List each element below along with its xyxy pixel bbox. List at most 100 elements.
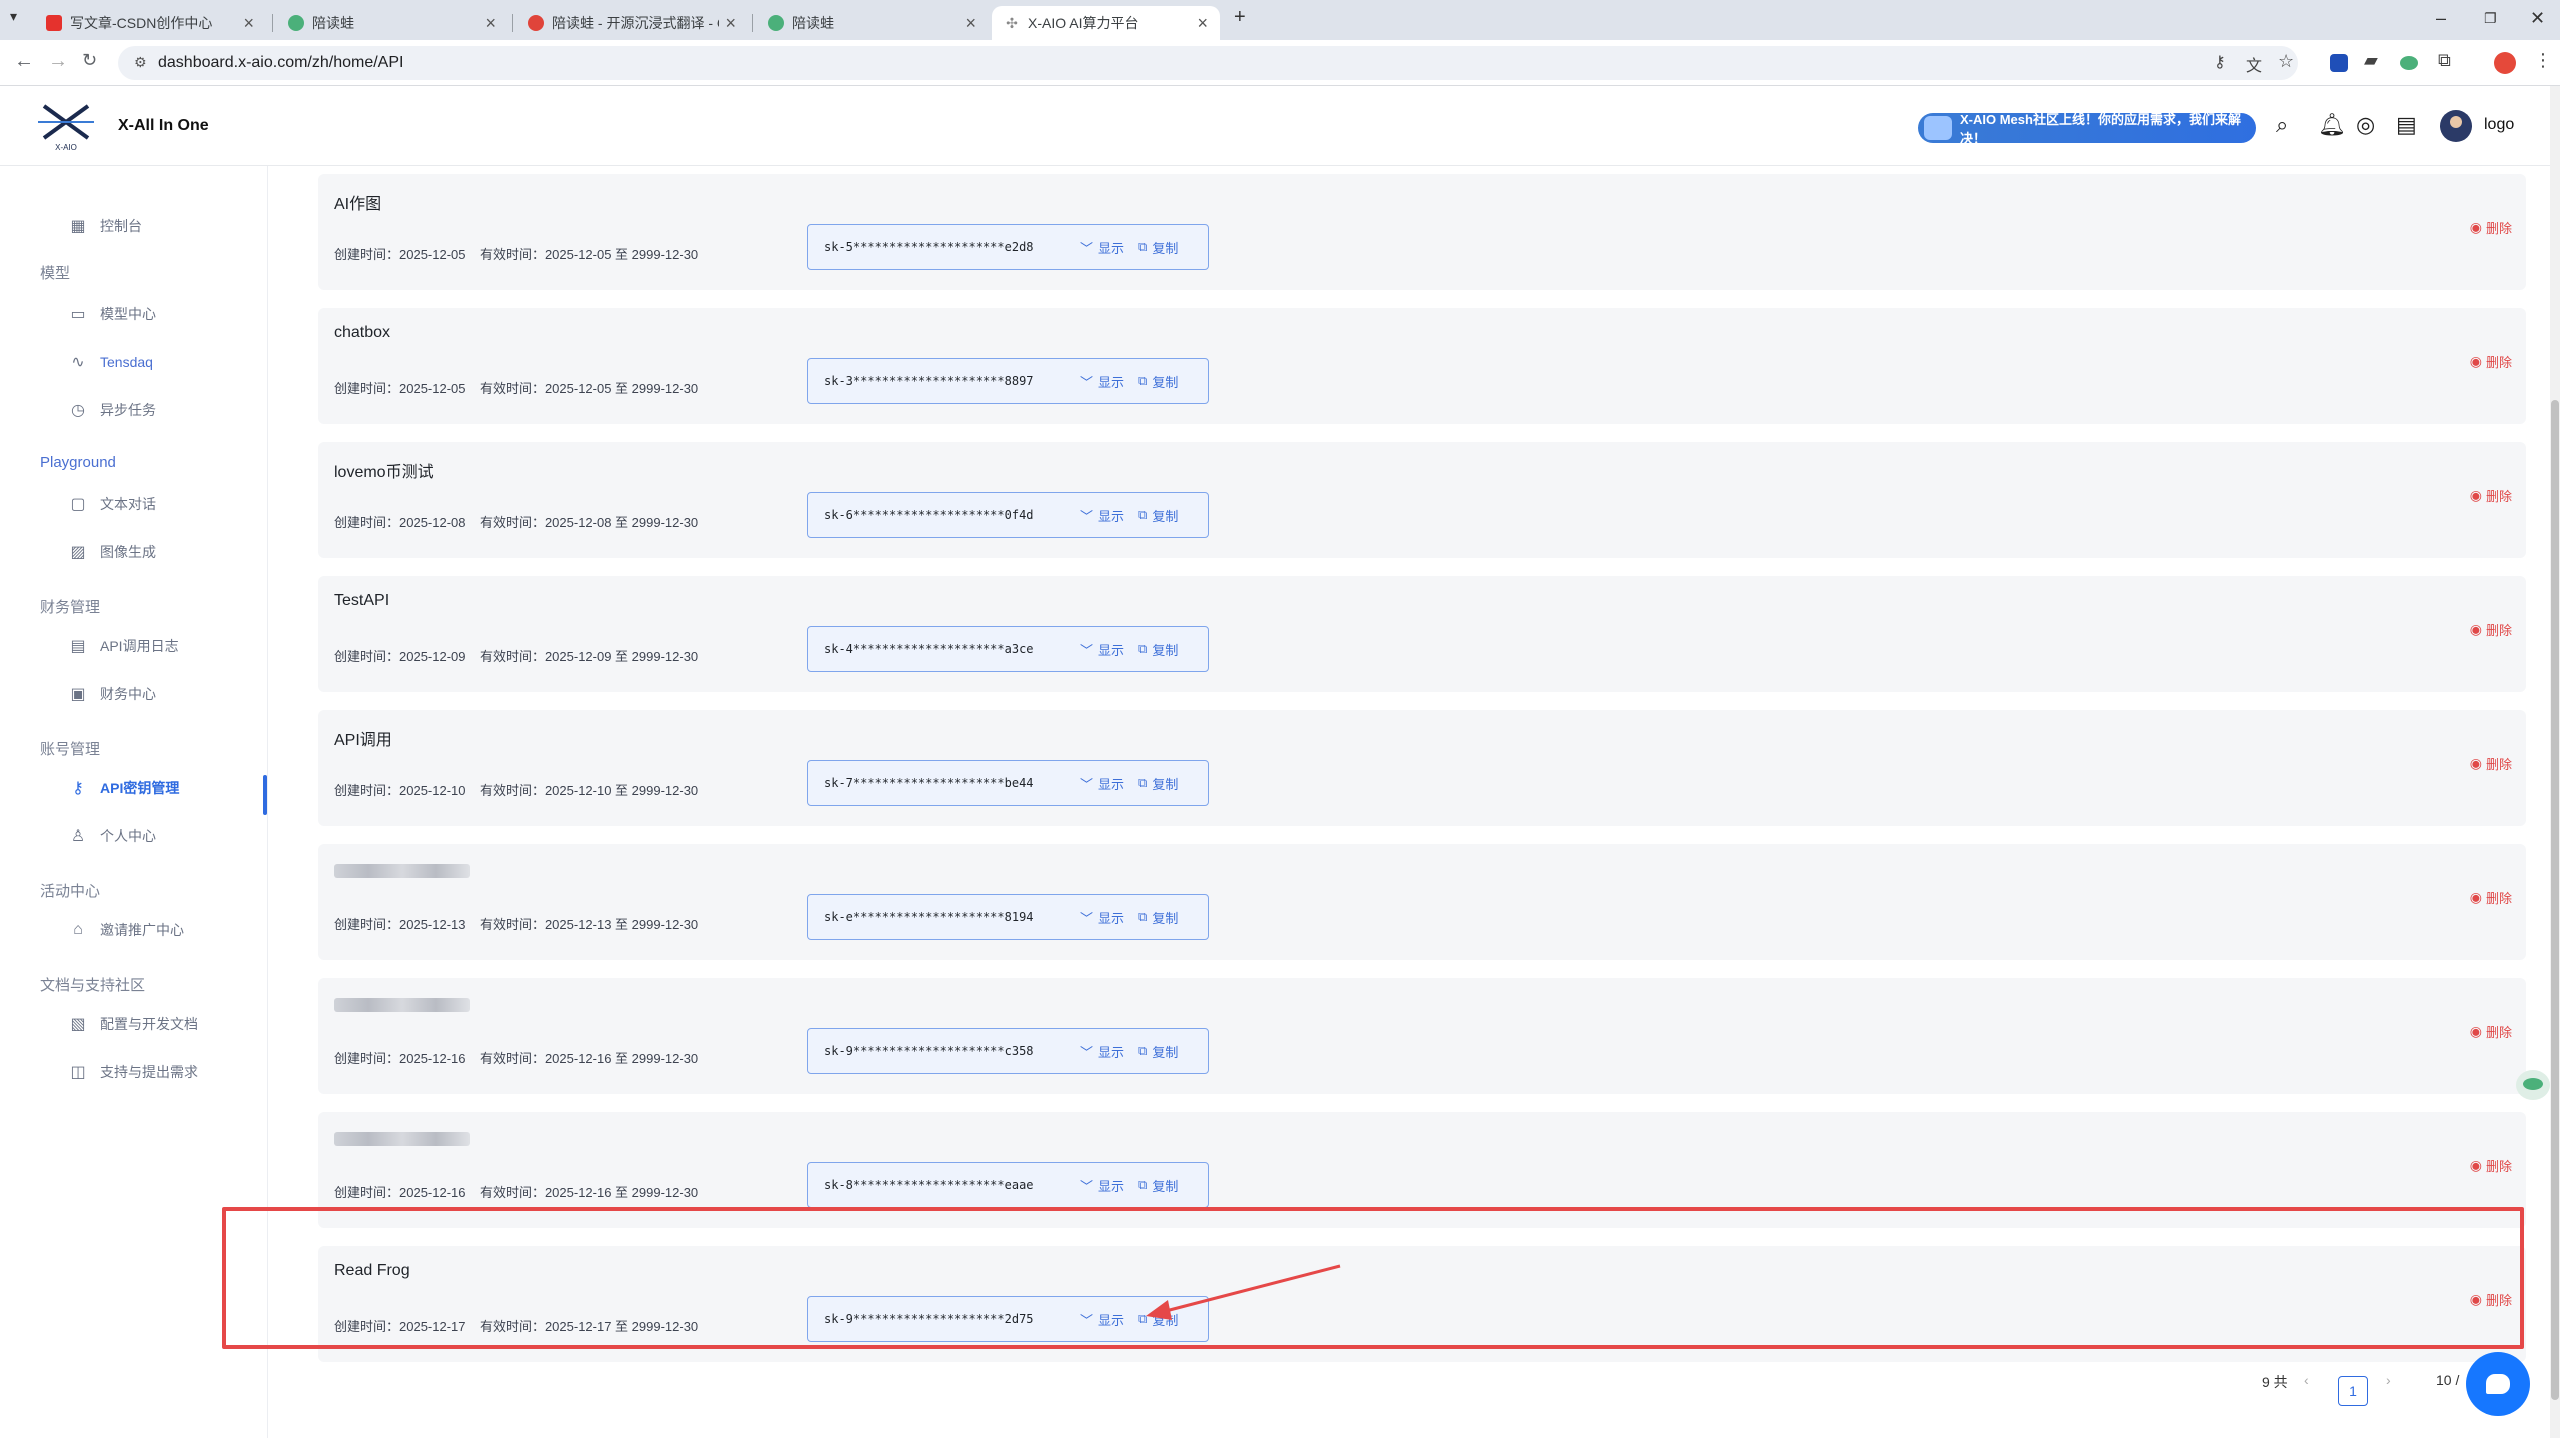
api-key-field: sk-6*********************0f4d ﹀ 显示 ⧉ 复制 bbox=[807, 492, 1209, 538]
back-icon[interactable]: ← bbox=[14, 50, 34, 73]
profile-avatar-icon[interactable] bbox=[2494, 52, 2516, 74]
file-text-icon: ▤ bbox=[70, 638, 86, 655]
delete-label: 删除 bbox=[2485, 355, 2512, 370]
readfrog-extension-icon[interactable] bbox=[2400, 56, 2418, 70]
document-icon[interactable]: ▤ bbox=[2396, 112, 2417, 138]
close-tab-icon[interactable]: × bbox=[243, 13, 254, 34]
browser-tab-1[interactable]: 写文章-CSDN创作中心 × bbox=[34, 6, 266, 40]
brand-name[interactable]: X-All In One bbox=[118, 117, 209, 135]
sidebar-item-api-keys[interactable]: ⚷ API密钥管理 bbox=[68, 776, 179, 800]
password-key-icon[interactable]: ⚷ bbox=[2214, 52, 2226, 72]
forward-icon[interactable]: → bbox=[48, 50, 68, 73]
sidebar-group-account: 账号管理 bbox=[40, 741, 101, 758]
chevron-down-icon: ﹀ bbox=[1080, 642, 1094, 658]
sidebar-item-profile[interactable]: ♙ 个人中心 bbox=[68, 824, 156, 848]
sidebar-item-text-chat[interactable]: ▢ 文本对话 bbox=[68, 492, 156, 516]
delete-key-button[interactable]: ◉ 删除 bbox=[2470, 620, 2512, 639]
api-key-name: lovemo币测试 bbox=[334, 464, 434, 481]
bell-icon[interactable]: 🔔︎ bbox=[2318, 112, 2346, 138]
show-key-button[interactable]: ﹀ 显示 bbox=[1080, 506, 1124, 525]
delete-key-button[interactable]: ◉ 删除 bbox=[2470, 1022, 2512, 1041]
close-tab-icon[interactable]: × bbox=[725, 13, 736, 34]
sidebar-active-indicator bbox=[263, 775, 267, 815]
sidebar-item-config-docs[interactable]: ▧ 配置与开发文档 bbox=[68, 1012, 198, 1036]
sidebar-item-label: 文本对话 bbox=[100, 496, 156, 512]
scrollbar-thumb[interactable] bbox=[2551, 400, 2559, 1400]
pagination-page-1[interactable]: 1 bbox=[2338, 1376, 2368, 1406]
new-tab-icon[interactable]: + bbox=[1234, 6, 1246, 29]
sidebar-item-async-tasks[interactable]: ◷ 异步任务 bbox=[68, 398, 156, 422]
tab-search-icon[interactable]: ▾ bbox=[10, 8, 17, 25]
bookmark-star-icon[interactable]: ☆ bbox=[2278, 51, 2294, 72]
site-info-icon[interactable]: ⚙ bbox=[134, 54, 147, 71]
copy-key-button[interactable]: ⧉ 复制 bbox=[1138, 908, 1178, 927]
sidebar-item-referral[interactable]: ⌂ 邀请推广中心 bbox=[68, 918, 184, 942]
floating-frog-icon[interactable] bbox=[2516, 1070, 2550, 1100]
sidebar-item-tensdaq[interactable]: ∿ Tensdaq bbox=[68, 350, 153, 374]
show-key-button[interactable]: ﹀ 显示 bbox=[1080, 1042, 1124, 1061]
delete-key-button[interactable]: ◉ 删除 bbox=[2470, 754, 2512, 773]
browser-tab-3[interactable]: 陪读蛙 - 开源沉浸式翻译 - Chr × bbox=[516, 6, 748, 40]
username[interactable]: logo bbox=[2484, 116, 2514, 134]
language-globe-icon[interactable]: ◎ bbox=[2356, 112, 2375, 138]
sidebar-item-image-gen[interactable]: ▨ 图像生成 bbox=[68, 540, 156, 564]
translate-icon[interactable]: 文 bbox=[2246, 52, 2262, 76]
show-key-button[interactable]: ﹀ 显示 bbox=[1080, 372, 1124, 391]
delete-key-button[interactable]: ◉ 删除 bbox=[2470, 1156, 2512, 1175]
pagination-page-size[interactable]: 10 / bbox=[2436, 1372, 2459, 1388]
window-close-icon[interactable]: ✕ bbox=[2530, 8, 2545, 29]
api-key-field: sk-8*********************eaae ﹀ 显示 ⧉ 复制 bbox=[807, 1162, 1209, 1208]
close-tab-icon[interactable]: × bbox=[965, 13, 976, 34]
browser-tab-2[interactable]: 陪读蛙 × bbox=[276, 6, 508, 40]
restore-icon[interactable]: ❐ bbox=[2484, 10, 2497, 27]
delete-key-button[interactable]: ◉ 删除 bbox=[2470, 888, 2512, 907]
browser-menu-icon[interactable]: ⋮ bbox=[2534, 50, 2552, 71]
sidebar-item-dashboard[interactable]: ▦ 控制台 bbox=[68, 214, 142, 238]
close-tab-icon[interactable]: × bbox=[485, 13, 496, 34]
address-bar[interactable]: ⚙ dashboard.x-aio.com/zh/home/API ⚷ 文 ☆ bbox=[118, 46, 2298, 80]
close-tab-icon[interactable]: × bbox=[1197, 13, 1208, 34]
show-key-button[interactable]: ﹀ 显示 bbox=[1080, 774, 1124, 793]
copy-key-button[interactable]: ⧉ 复制 bbox=[1138, 238, 1178, 257]
api-key-masked-value: sk-e*********************8194 bbox=[824, 910, 1034, 924]
eye-off-icon: ◉ bbox=[2469, 889, 2482, 905]
copy-key-button[interactable]: ⧉ 复制 bbox=[1138, 640, 1178, 659]
copy-key-button[interactable]: ⧉ 复制 bbox=[1138, 506, 1178, 525]
delete-label: 删除 bbox=[2485, 623, 2512, 638]
show-key-button[interactable]: ﹀ 显示 bbox=[1080, 640, 1124, 659]
copy-icon: ⧉ bbox=[1138, 775, 1148, 790]
show-key-label: 显示 bbox=[1098, 1044, 1125, 1060]
reload-icon[interactable]: ↻ bbox=[82, 50, 97, 71]
copy-key-button[interactable]: ⧉ 复制 bbox=[1138, 1042, 1178, 1061]
copy-key-label: 复制 bbox=[1152, 910, 1179, 926]
extension-dark-icon[interactable]: ▰ bbox=[2364, 50, 2378, 71]
search-icon[interactable]: ⌕ bbox=[2276, 112, 2288, 138]
show-key-button[interactable]: ﹀ 显示 bbox=[1080, 908, 1124, 927]
delete-key-button[interactable]: ◉ 删除 bbox=[2470, 486, 2512, 505]
mesh-community-banner[interactable]: X-AIO Mesh社区上线！你的应用需求，我们来解决！ bbox=[1918, 112, 2256, 146]
sidebar-item-api-logs[interactable]: ▤ API调用日志 bbox=[68, 634, 178, 658]
copy-icon: ⧉ bbox=[1138, 1043, 1148, 1058]
pagination-prev-icon[interactable]: ‹ bbox=[2304, 1372, 2309, 1388]
copy-key-button[interactable]: ⧉ 复制 bbox=[1138, 1176, 1178, 1195]
copy-key-button[interactable]: ⧉ 复制 bbox=[1138, 774, 1178, 793]
xaio-logo-icon[interactable]: X-AIO bbox=[36, 100, 96, 152]
extensions-puzzle-icon[interactable]: ⧉ bbox=[2438, 50, 2451, 71]
browser-tab-4[interactable]: 陪读蛙 × bbox=[756, 6, 988, 40]
sidebar-item-finance-center[interactable]: ▣ 财务中心 bbox=[68, 682, 156, 706]
show-key-button[interactable]: ﹀ 显示 bbox=[1080, 238, 1124, 257]
pagination-next-icon[interactable]: › bbox=[2386, 1372, 2391, 1388]
minimize-icon[interactable]: – bbox=[2436, 8, 2446, 29]
avatar[interactable] bbox=[2440, 110, 2472, 142]
copy-key-button[interactable]: ⧉ 复制 bbox=[1138, 372, 1178, 391]
delete-key-button[interactable]: ◉ 删除 bbox=[2470, 218, 2512, 237]
delete-key-button[interactable]: ◉ 删除 bbox=[2470, 352, 2512, 371]
tab-separator bbox=[752, 14, 753, 32]
sidebar-item-model-center[interactable]: ▭ 模型中心 bbox=[68, 302, 156, 326]
chat-support-button[interactable] bbox=[2466, 1352, 2530, 1416]
show-key-button[interactable]: ﹀ 显示 bbox=[1080, 1176, 1124, 1195]
sidebar-group-docs: 文档与支持社区 bbox=[40, 977, 146, 994]
extension-blue-icon[interactable] bbox=[2330, 54, 2348, 72]
sidebar-item-support[interactable]: ◫ 支持与提出需求 bbox=[68, 1060, 198, 1084]
browser-tab-active[interactable]: ✣ X-AIO AI算力平台 × bbox=[992, 6, 1220, 40]
